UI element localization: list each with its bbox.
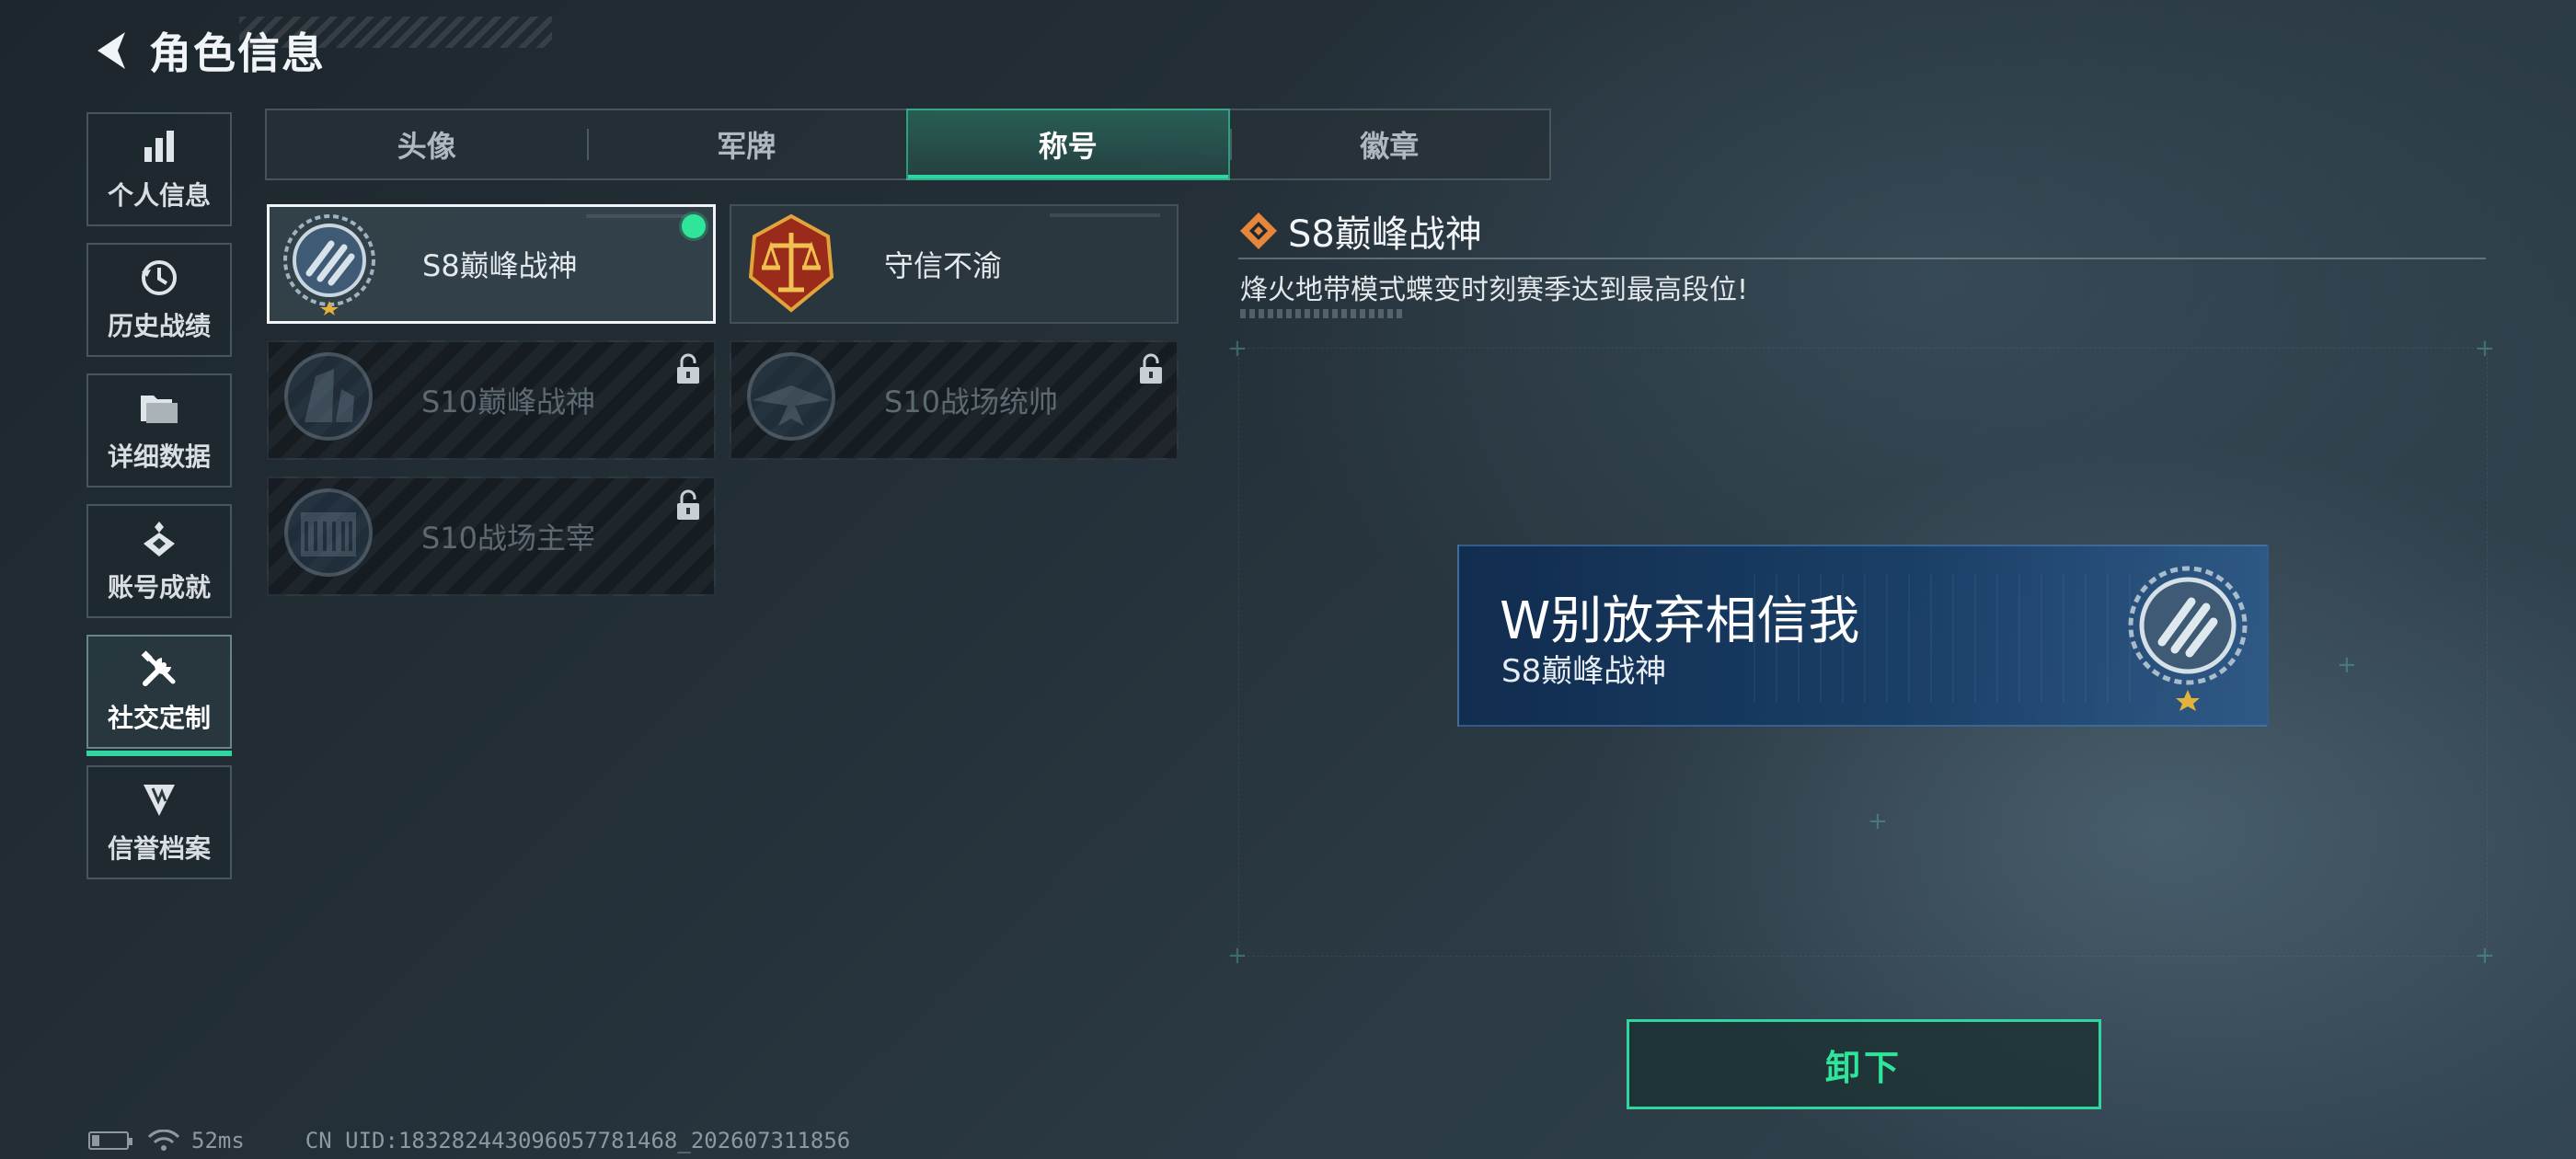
sidebar-item-label: 详细数据: [107, 442, 211, 472]
preview-title: S8巅峰战神: [1501, 653, 1667, 690]
back-arrow-icon: [98, 32, 125, 69]
sidebar-item-label: 账号成就: [107, 572, 211, 602]
status-bar: 52ms CN UID:183282443096057781468_202607…: [88, 1128, 850, 1153]
plus-deco: +: [2337, 651, 2357, 679]
equipped-indicator: [682, 214, 706, 238]
divider: [1238, 258, 2486, 259]
title-card-trustworthy[interactable]: 守信不渝: [730, 204, 1179, 324]
header: 角色信息: [83, 18, 326, 83]
sidebar: 个人信息 历史战绩 详细数据 账号成就 社交定制 信誉档案: [86, 112, 234, 896]
history-icon: [138, 257, 180, 299]
unequip-button[interactable]: 卸下: [1627, 1019, 2101, 1109]
plus-deco: +: [2475, 942, 2495, 970]
tab-title[interactable]: 称号: [906, 109, 1230, 180]
ping-value: 52ms: [191, 1128, 245, 1153]
title-card-name: S10战场主宰: [421, 521, 596, 556]
tab-badge[interactable]: 徽章: [1229, 110, 1550, 178]
bar-chart-icon: [138, 126, 180, 168]
title-card-s10-peak-god[interactable]: S10巅峰战神: [267, 340, 716, 460]
laurel-stripes-emblem-icon: [270, 204, 389, 324]
lock-icon: [677, 353, 699, 384]
laurel-stripes-emblem-icon: [2128, 566, 2248, 711]
sidebar-item-label: 历史战绩: [107, 311, 211, 341]
tower-emblem-icon: [269, 340, 388, 460]
title-card-name: S10战场统帅: [884, 384, 1059, 419]
detail-sub-deco: [1240, 309, 1402, 318]
detail-description: 烽火地带模式蝶变时刻赛季达到最高段位!: [1240, 274, 1749, 306]
detail-title-name: S8巅峰战神: [1288, 213, 1482, 256]
page-title: 角色信息: [149, 29, 326, 78]
sidebar-item-detailed-data[interactable]: 详细数据: [86, 373, 232, 488]
lock-icon: [677, 489, 699, 520]
sidebar-item-history[interactable]: 历史战绩: [86, 243, 232, 357]
title-card-s10-battlefield-commander[interactable]: S10战场统帅: [730, 340, 1179, 460]
sidebar-item-credit-record[interactable]: 信誉档案: [86, 765, 232, 879]
wifi-icon: [147, 1130, 180, 1151]
sidebar-item-achievements[interactable]: 账号成就: [86, 504, 232, 618]
tab-dogtag[interactable]: 军牌: [586, 110, 907, 178]
category-tabs: 头像 军牌 称号 徽章: [265, 109, 1551, 180]
detail-header: S8巅峰战神: [1238, 204, 1482, 258]
sidebar-item-label: 社交定制: [107, 703, 211, 733]
aircraft-emblem-icon: [731, 340, 851, 460]
plus-deco: +: [2475, 335, 2495, 362]
title-card-name: 守信不渝: [884, 248, 1003, 283]
title-card-s10-battlefield-master[interactable]: S10战场主宰: [267, 476, 716, 596]
sidebar-item-social-custom[interactable]: 社交定制: [86, 635, 232, 756]
card-deco-line: [1050, 213, 1160, 217]
colosseum-emblem-icon: [269, 476, 388, 596]
sidebar-item-label: 个人信息: [107, 180, 211, 211]
plus-deco: +: [1227, 335, 1248, 362]
lock-icon: [1140, 353, 1162, 384]
achievement-icon: [138, 518, 180, 560]
back-button[interactable]: [83, 23, 138, 78]
sidebar-item-personal-info[interactable]: 个人信息: [86, 112, 232, 226]
preview-player-name: W别放弃相信我: [1500, 591, 1860, 651]
tools-icon: [138, 648, 180, 691]
title-card-name: S10巅峰战神: [421, 384, 596, 419]
title-card-name: S8巅峰战神: [422, 248, 578, 283]
uid-text: CN UID:183282443096057781468_20260731185…: [305, 1128, 851, 1153]
plus-deco: +: [1868, 808, 1888, 835]
sidebar-item-label: 信誉档案: [107, 833, 211, 864]
card-deco-line: [586, 214, 696, 218]
folder-icon: [138, 387, 180, 430]
battery-icon: [88, 1131, 132, 1150]
title-card-s8-peak-god[interactable]: S8巅峰战神: [267, 204, 716, 324]
unequip-button-label: 卸下: [1824, 1047, 1903, 1088]
title-preview-banner: W别放弃相信我 S8巅峰战神: [1457, 545, 2269, 727]
tab-avatar[interactable]: 头像: [267, 110, 587, 178]
diamond-icon: [1240, 212, 1277, 249]
credit-icon: [138, 779, 180, 821]
plus-deco: +: [1227, 942, 1248, 970]
scales-badge-icon: [731, 204, 851, 324]
